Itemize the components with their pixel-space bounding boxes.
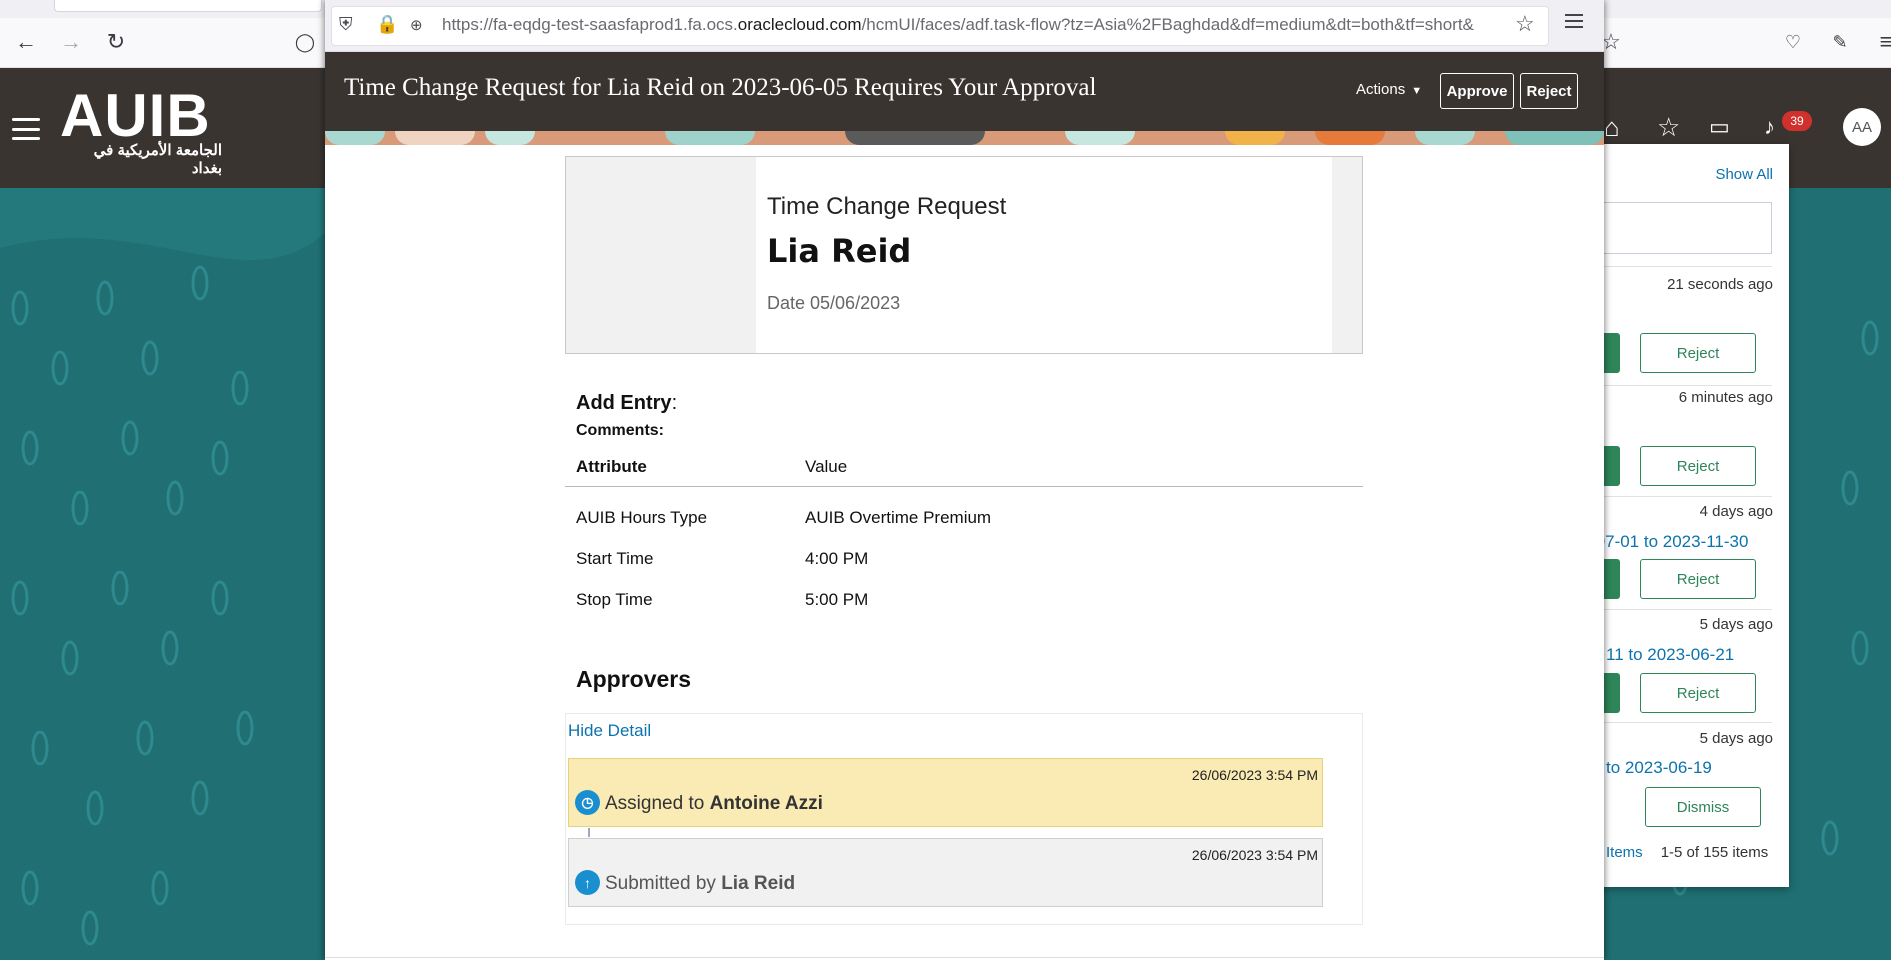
notifications-bell-icon[interactable]: ♪ <box>1764 112 1775 142</box>
attribute-column-header: Attribute <box>576 457 647 476</box>
notification-link[interactable]: 11 to 2023-06-21 <box>1606 645 1734 665</box>
hide-detail-link[interactable]: Hide Detail <box>568 721 651 741</box>
approvers-heading: Approvers <box>576 666 692 692</box>
favorites-star-icon[interactable]: ☆ <box>1657 112 1680 142</box>
notifications-search-field[interactable] <box>1596 202 1772 254</box>
browser-menu-icon[interactable]: ≡ <box>1870 26 1891 58</box>
shield-icon[interactable]: ◯ <box>289 26 321 58</box>
shield-icon[interactable]: ⛨ <box>339 14 353 35</box>
notification-reject-button[interactable]: Reject <box>1640 673 1756 713</box>
history-person: Lia Reid <box>721 873 796 894</box>
request-card-body: Time Change Request Lia Reid Date 05/06/… <box>756 157 1332 353</box>
approve-button[interactable]: Approve <box>1440 73 1514 109</box>
forward-icon[interactable]: → <box>55 26 87 58</box>
logo-subtitle: الجامعة الأمريكية في بغداد <box>93 142 222 177</box>
actions-label: Actions <box>1356 81 1406 98</box>
popup-url-bar: ⛨ 🔒 ⊕ https://fa-eqdg-test-saasfaprod1.f… <box>325 0 1604 52</box>
notification-link[interactable]: -07-01 to 2023-11-30 <box>1590 532 1748 552</box>
reload-icon[interactable]: ↻ <box>100 26 132 58</box>
request-date: Date 05/06/2023 <box>767 293 901 313</box>
divider <box>1592 266 1772 267</box>
notification-time: 5 days ago <box>1699 616 1773 633</box>
task-title: Time Change Request for Lia Reid on 2023… <box>344 74 1097 101</box>
history-text: Assigned to Antoine Azzi <box>605 793 823 815</box>
history-text: Submitted by Lia Reid <box>605 873 795 895</box>
divider <box>1592 609 1772 610</box>
notification-reject-button[interactable]: Reject <box>1640 446 1756 486</box>
task-header: Time Change Request for Lia Reid on 2023… <box>325 52 1604 131</box>
show-all-link[interactable]: Show All <box>1715 166 1773 183</box>
home-icon[interactable]: ⌂ <box>1604 112 1620 142</box>
history-action: Submitted by <box>605 873 716 894</box>
arrow-up-icon: ↑ <box>575 870 600 895</box>
task-popup-window: ⛨ 🔒 ⊕ https://fa-eqdg-test-saasfaprod1.f… <box>325 0 1604 960</box>
divider <box>1592 385 1772 386</box>
notification-time: 21 seconds ago <box>1667 276 1773 293</box>
request-type: Time Change Request <box>767 193 1007 220</box>
history-timestamp: 26/06/2023 3:54 PM <box>1191 847 1318 863</box>
browser-tab[interactable] <box>54 0 322 12</box>
comments-label: Comments: <box>576 422 665 439</box>
user-avatar[interactable]: AA <box>1843 108 1881 146</box>
history-timestamp: 26/06/2023 3:54 PM <box>1191 767 1318 783</box>
table-row-value: 4:00 PM <box>805 549 869 568</box>
table-row-attribute: Start Time <box>576 549 654 568</box>
clock-icon: ◷ <box>575 790 600 815</box>
requester-name: Lia Reid <box>767 232 912 270</box>
bookmark-star-icon[interactable]: ☆ <box>1515 11 1535 37</box>
notification-time: 4 days ago <box>1699 503 1773 520</box>
table-row-attribute: AUIB Hours Type <box>576 508 708 527</box>
divider <box>1592 496 1772 497</box>
table-row-attribute: Stop Time <box>576 590 653 609</box>
table-row-value: AUIB Overtime Premium <box>805 508 992 527</box>
actions-menu-button[interactable]: Actions ▼ <box>1356 81 1422 98</box>
pocket-icon[interactable]: ♡ <box>1777 26 1809 58</box>
back-icon[interactable]: ← <box>10 26 42 58</box>
reject-button[interactable]: Reject <box>1520 73 1578 109</box>
lock-icon[interactable]: 🔒 <box>376 14 398 35</box>
url-prefix: https://fa-eqdg-test-saasfaprod1.fa.ocs. <box>442 15 738 34</box>
watchlist-icon[interactable]: ▭ <box>1709 112 1730 142</box>
history-action: Assigned to <box>605 793 705 814</box>
add-entry-label: Add Entry <box>576 392 672 414</box>
permissions-icon[interactable]: ⊕ <box>410 16 423 34</box>
table-row-value: 5:00 PM <box>805 590 869 609</box>
url-suffix: /hcmUI/faces/adf.task-flow?tz=Asia%2FBag… <box>861 15 1474 34</box>
add-entry-colon: : <box>671 392 678 414</box>
logo[interactable]: AUIB <box>60 86 211 146</box>
notification-dismiss-button[interactable]: Dismiss <box>1645 787 1761 827</box>
popup-menu-icon[interactable] <box>1565 14 1583 28</box>
history-connector <box>588 828 590 837</box>
extensions-icon[interactable]: ✎ <box>1824 26 1856 58</box>
items-link[interactable]: Items <box>1606 844 1643 861</box>
divider <box>325 957 1604 958</box>
notification-count-badge: 39 <box>1782 111 1812 131</box>
approval-history-item: 26/06/2023 3:54 PM ↑ Submitted by Lia Re… <box>568 838 1323 907</box>
value-column-header: Value <box>805 457 848 476</box>
url-text[interactable]: https://fa-eqdg-test-saasfaprod1.fa.ocs.… <box>442 15 1502 35</box>
notification-reject-button[interactable]: Reject <box>1640 333 1756 373</box>
notification-time: 6 minutes ago <box>1678 389 1773 406</box>
notification-time: 5 days ago <box>1699 730 1773 747</box>
items-count: 1-5 of 155 items <box>1660 844 1769 861</box>
history-person: Antoine Azzi <box>709 793 823 814</box>
divider <box>1592 722 1772 723</box>
table-divider <box>565 486 1363 487</box>
notification-link[interactable]: to 2023-06-19 <box>1606 758 1712 778</box>
caret-down-icon: ▼ <box>1411 85 1423 97</box>
decorative-banner <box>325 131 1604 145</box>
approval-history-item: 26/06/2023 3:54 PM ◷ Assigned to Antoine… <box>568 758 1323 827</box>
notifications-panel: Show All 21 seconds ago Reject 6 minutes… <box>1590 144 1789 887</box>
notification-reject-button[interactable]: Reject <box>1640 559 1756 599</box>
hamburger-menu-icon[interactable] <box>12 118 40 140</box>
url-domain: oraclecloud.com <box>737 15 862 34</box>
request-card: Time Change Request Lia Reid Date 05/06/… <box>565 156 1363 354</box>
notifications-footer: Items 1-5 of 155 items <box>1606 844 1768 861</box>
add-entry-heading: Add Entry: <box>576 392 677 415</box>
